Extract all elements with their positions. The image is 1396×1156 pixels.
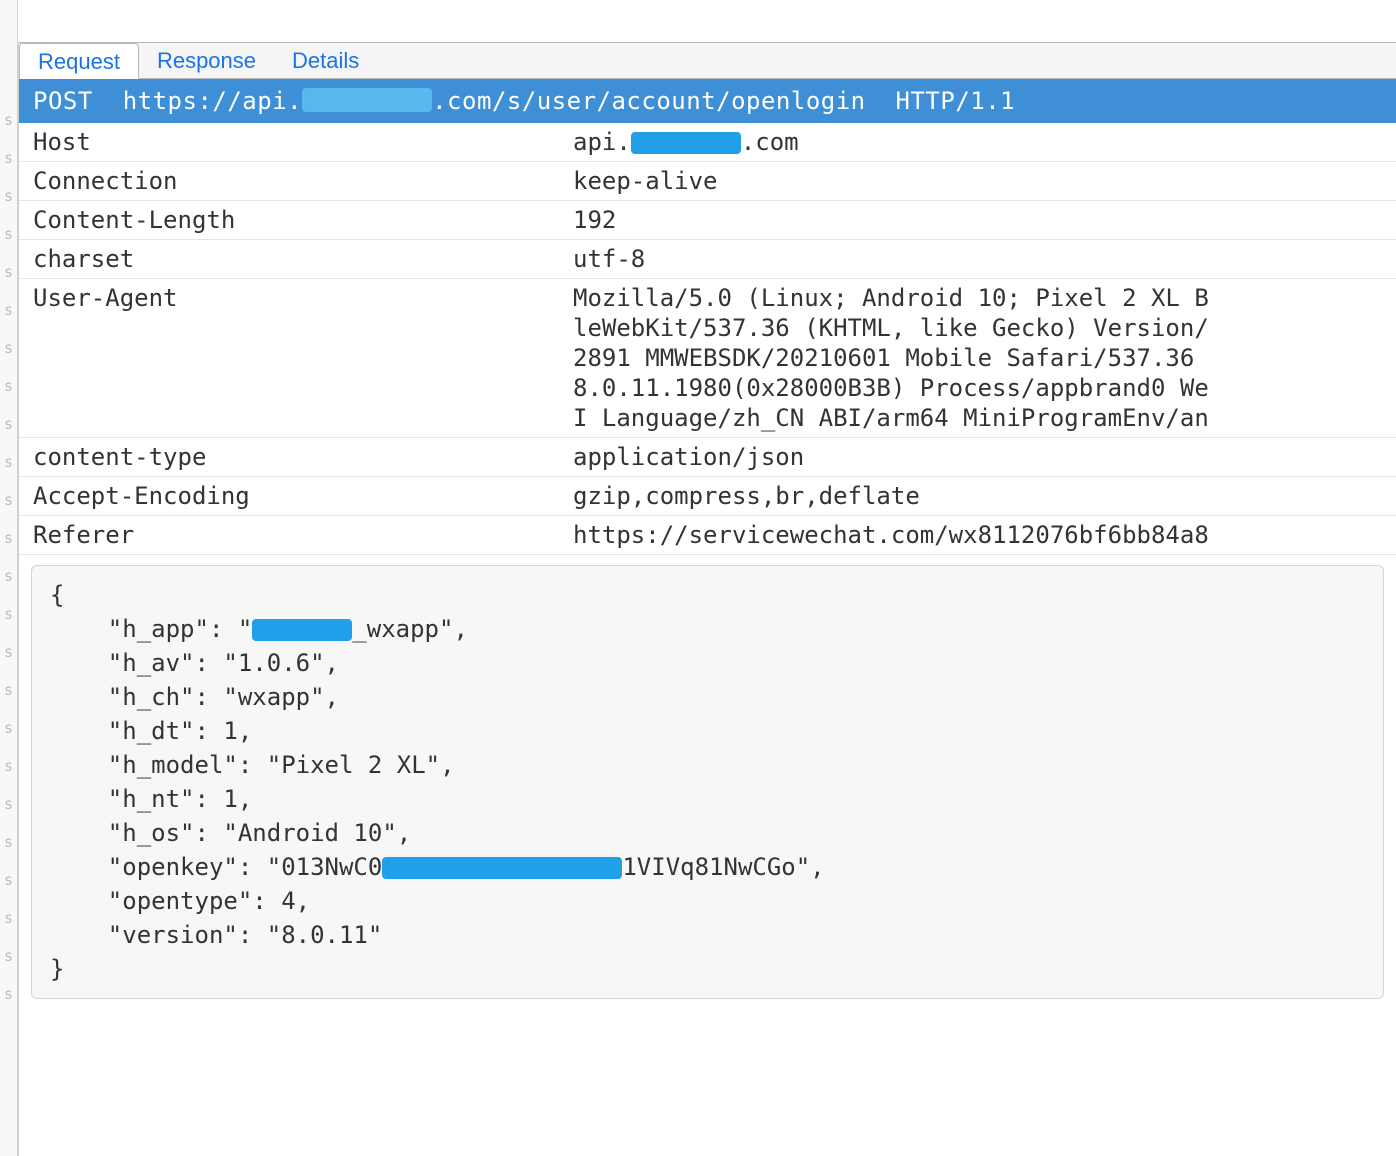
- header-key: Content-Length: [19, 201, 559, 240]
- header-value: Mozilla/5.0 (Linux; Android 10; Pixel 2 …: [559, 279, 1396, 438]
- body-line: "opentype": 4,: [50, 887, 310, 915]
- host-suffix: .com: [741, 128, 799, 156]
- header-value: keep-alive: [559, 162, 1396, 201]
- body-line: "h_ch": "wxapp",: [50, 683, 339, 711]
- body-line: 1VIVq81NwCGo",: [622, 853, 824, 881]
- header-value: https://servicewechat.com/wx8112076bf6bb…: [559, 516, 1396, 555]
- header-key: User-Agent: [19, 279, 559, 438]
- header-value: application/json: [559, 438, 1396, 477]
- body-line: "h_av": "1.0.6",: [50, 649, 339, 677]
- url-suffix: .com/s/user/account/openlogin: [432, 87, 866, 115]
- body-line: "h_app": ": [50, 615, 252, 643]
- header-key: charset: [19, 240, 559, 279]
- body-line: {: [50, 581, 64, 609]
- header-key: Connection: [19, 162, 559, 201]
- header-key: Accept-Encoding: [19, 477, 559, 516]
- header-key: Host: [19, 123, 559, 162]
- body-line: "openkey": "013NwC0: [50, 853, 382, 881]
- header-key: Referer: [19, 516, 559, 555]
- body-line: "h_nt": 1,: [50, 785, 252, 813]
- header-value: api. .com: [559, 123, 1396, 162]
- tabs-bar: Request Response Details: [19, 43, 1396, 79]
- http-protocol: HTTP/1.1: [896, 87, 1016, 115]
- host-prefix: api.: [573, 128, 631, 156]
- table-row: Host api. .com: [19, 123, 1396, 162]
- body-line: _wxapp",: [352, 615, 468, 643]
- tab-details[interactable]: Details: [274, 43, 377, 79]
- request-body: { "h_app": " _wxapp", "h_av": "1.0.6", "h…: [31, 565, 1384, 999]
- line-gutter: ssssss ssssss ssssss ssssss: [0, 0, 18, 1156]
- table-row: Content-Length 192: [19, 201, 1396, 240]
- url-prefix: https://api.: [123, 87, 302, 115]
- redacted-text-icon: [382, 857, 622, 879]
- body-line: "h_model": "Pixel 2 XL",: [50, 751, 455, 779]
- body-line: }: [50, 955, 64, 983]
- header-value: utf-8: [559, 240, 1396, 279]
- header-value: 192: [559, 201, 1396, 240]
- body-line: "h_os": "Android 10",: [50, 819, 411, 847]
- table-row: Accept-Encoding gzip,compress,br,deflate: [19, 477, 1396, 516]
- tab-response[interactable]: Response: [139, 43, 274, 79]
- body-line: "h_dt": 1,: [50, 717, 252, 745]
- redacted-host-icon: [631, 132, 741, 154]
- request-panel: Request Response Details POST https://ap…: [18, 42, 1396, 1156]
- table-row: User-Agent Mozilla/5.0 (Linux; Android 1…: [19, 279, 1396, 438]
- header-key: content-type: [19, 438, 559, 477]
- table-row: Connection keep-alive: [19, 162, 1396, 201]
- http-request-line: POST https://api. .com/s/user/account/ope…: [19, 79, 1396, 123]
- table-row: Referer https://servicewechat.com/wx8112…: [19, 516, 1396, 555]
- body-line: "version": "8.0.11": [50, 921, 382, 949]
- headers-table: Host api. .com Connection keep-alive Cont…: [19, 123, 1396, 555]
- tab-request[interactable]: Request: [19, 43, 139, 79]
- table-row: content-type application/json: [19, 438, 1396, 477]
- table-row: charset utf-8: [19, 240, 1396, 279]
- redacted-host-icon: [302, 88, 432, 112]
- header-value: gzip,compress,br,deflate: [559, 477, 1396, 516]
- http-method: POST: [33, 87, 93, 115]
- redacted-text-icon: [252, 619, 352, 641]
